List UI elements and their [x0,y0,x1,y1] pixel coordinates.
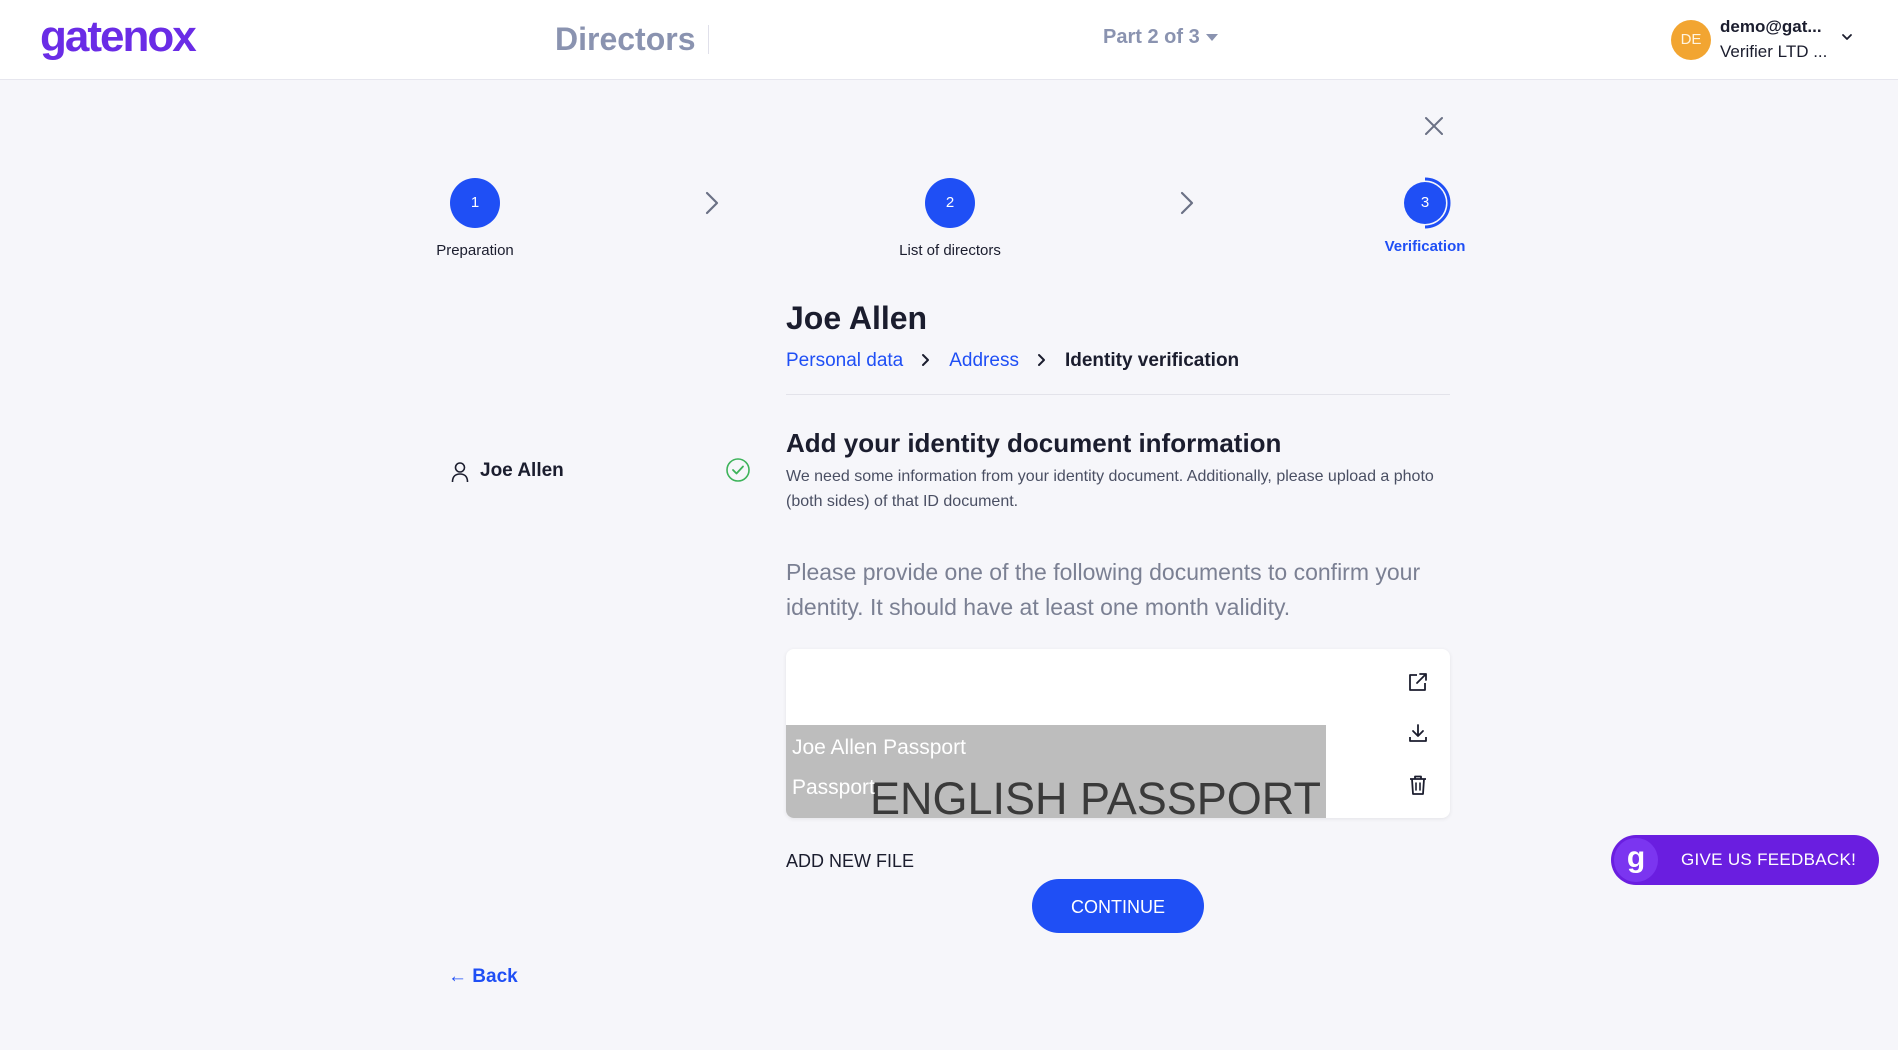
step-number: 3 [1404,177,1451,229]
feedback-label: GIVE US FEEDBACK! [1681,850,1857,869]
file-type: Passport [792,776,875,799]
caret-down-icon [1205,34,1218,42]
top-header: gatenox Directors Part 2 of 3 DE demo@ga… [0,0,1898,80]
chevron-right-icon [1180,191,1194,215]
avatar[interactable]: DE [1671,20,1711,60]
trash-icon[interactable] [1406,773,1430,797]
feedback-button[interactable]: g GIVE US FEEDBACK! [1611,835,1879,885]
step-label: List of directors [899,242,1001,259]
chevron-right-icon [922,354,930,366]
preview-document-text: ENGLISH PASSPORT [870,773,1321,818]
step-label: Preparation [436,242,514,259]
breadcrumb-address[interactable]: Address [949,350,1019,371]
instructions-text: Please provide one of the following docu… [786,559,1421,620]
title-divider [708,25,709,54]
part-dropdown[interactable]: Part 2 of 3 [1103,26,1218,49]
part-dropdown-label: Part 2 of 3 [1103,26,1200,48]
section-title: Add your identity document information [786,428,1282,458]
breadcrumb-identity-verification: Identity verification [1064,350,1240,371]
gatenox-g-icon: g [1614,838,1658,882]
download-icon[interactable] [1406,721,1430,745]
breadcrumb: Personal data Address Identity verificatio… [786,350,1239,372]
uploaded-file-card: ENGLISH PASSPORT Joe Allen Passport Pass… [786,649,1450,818]
back-link[interactable]: ← Back [448,966,518,988]
file-name: Joe Allen Passport [792,736,966,759]
file-preview-thumbnail[interactable]: ENGLISH PASSPORT Joe Allen Passport Pass… [786,725,1326,818]
progress-ring-icon [1424,177,1451,229]
chevron-right-icon [1037,354,1045,366]
step-label: Verification [1384,238,1466,255]
sidebar-person-item[interactable]: Joe Allen [450,458,750,490]
person-icon [451,462,469,483]
step-list-of-directors[interactable]: 2 List of directors [850,178,1050,259]
check-circle-icon [726,458,750,482]
chevron-right-icon [705,191,719,215]
step-number: 1 [450,178,500,228]
step-verification[interactable]: 3 Verification [1325,177,1525,255]
user-company[interactable]: Verifier LTD ... [1720,42,1827,62]
sidebar-person-name: Joe Allen [480,460,564,481]
open-external-icon[interactable] [1406,670,1430,694]
breadcrumb-personal-data[interactable]: Personal data [786,350,903,371]
page-title: Directors [555,21,696,57]
add-new-file-button[interactable]: ADD NEW FILE [786,851,914,872]
close-icon[interactable] [1422,114,1446,138]
user-email[interactable]: demo@gat... [1720,17,1822,37]
section-description: We need some information from your ident… [786,468,1434,510]
continue-button[interactable]: CONTINUE [1032,879,1204,933]
divider [786,394,1450,395]
step-preparation[interactable]: 1 Preparation [375,178,575,259]
gatenox-logo[interactable]: gatenox [40,12,197,62]
director-name: Joe Allen [786,300,928,336]
step-number: 2 [925,178,975,228]
chevron-down-icon[interactable] [1840,30,1854,44]
